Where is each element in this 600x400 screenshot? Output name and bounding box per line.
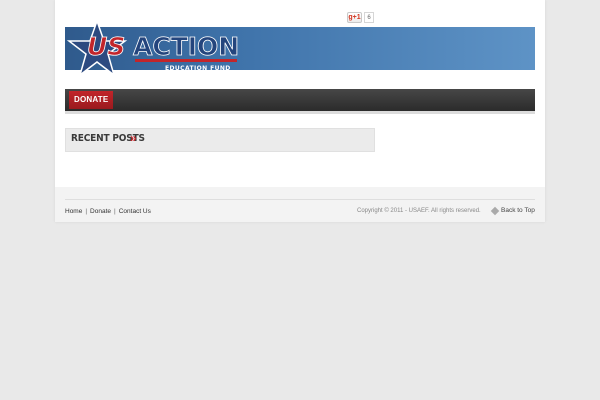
logo-underline: [135, 59, 237, 62]
double-arrow-icon: »: [130, 131, 137, 145]
footer-separator: |: [114, 208, 116, 215]
diamond-arrow-icon: [490, 206, 500, 215]
footer-separator: |: [85, 208, 88, 215]
footer-link-contact[interactable]: Contact Us: [119, 208, 151, 215]
us-action-logo[interactable]: US ACTION EDUCATION FUND: [65, 19, 245, 77]
google-plus-count: 6: [364, 12, 374, 23]
back-to-top-label: Back to Top: [501, 207, 535, 214]
back-to-top-link[interactable]: Back to Top: [490, 206, 535, 215]
footer-links: Home | Donate | Contact Us: [65, 208, 151, 215]
recent-posts-header: RECENT POSTS »: [65, 128, 375, 152]
page-container: g+1 6 US ACTION EDUCATION FUND DONATE RE…: [55, 0, 545, 222]
footer-link-home[interactable]: Home: [65, 208, 82, 215]
nav-item-donate[interactable]: DONATE: [69, 91, 114, 109]
footer: Home | Donate | Contact Us Copyright © 2…: [55, 187, 545, 222]
logo-sub-text: EDUCATION FUND: [165, 65, 231, 72]
logo-us-text: US: [87, 32, 125, 61]
google-plus-button[interactable]: g+1: [347, 12, 362, 23]
footer-divider: [65, 199, 535, 200]
logo-action-text: ACTION: [133, 32, 239, 61]
google-plus-widget: g+1 6: [347, 12, 374, 23]
main-navigation: DONATE: [65, 89, 535, 114]
footer-link-donate[interactable]: Donate: [90, 208, 111, 215]
copyright-text: Copyright © 2011 - USAEF. All rights res…: [357, 208, 481, 214]
header-banner: US ACTION EDUCATION FUND: [65, 19, 535, 77]
